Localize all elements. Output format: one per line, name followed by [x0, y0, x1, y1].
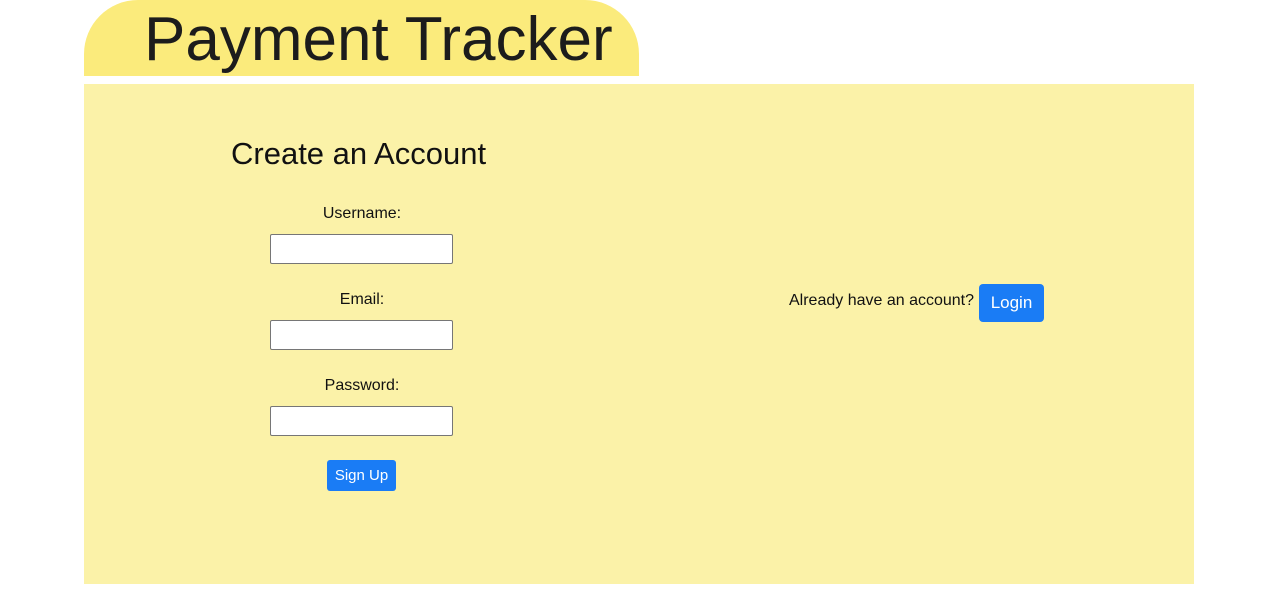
app-title: Payment Tracker: [144, 5, 613, 74]
app-title-tab: Payment Tracker: [84, 0, 639, 76]
login-section: Already have an account? Login: [639, 84, 1194, 584]
password-input[interactable]: [270, 406, 453, 436]
email-label: Email:: [339, 291, 385, 308]
login-prompt: Already have an account?: [789, 292, 975, 309]
username-input[interactable]: [270, 234, 453, 264]
email-input[interactable]: [270, 320, 453, 350]
signup-form: Create an Account Username: Email: Passw…: [84, 84, 639, 584]
sign-up-button[interactable]: Sign Up: [327, 460, 396, 491]
username-label: Username:: [322, 205, 402, 222]
main-panel: Create an Account Username: Email: Passw…: [84, 84, 1194, 584]
password-label: Password:: [324, 377, 400, 394]
login-button[interactable]: Login: [979, 284, 1044, 322]
signup-heading: Create an Account: [231, 136, 487, 171]
